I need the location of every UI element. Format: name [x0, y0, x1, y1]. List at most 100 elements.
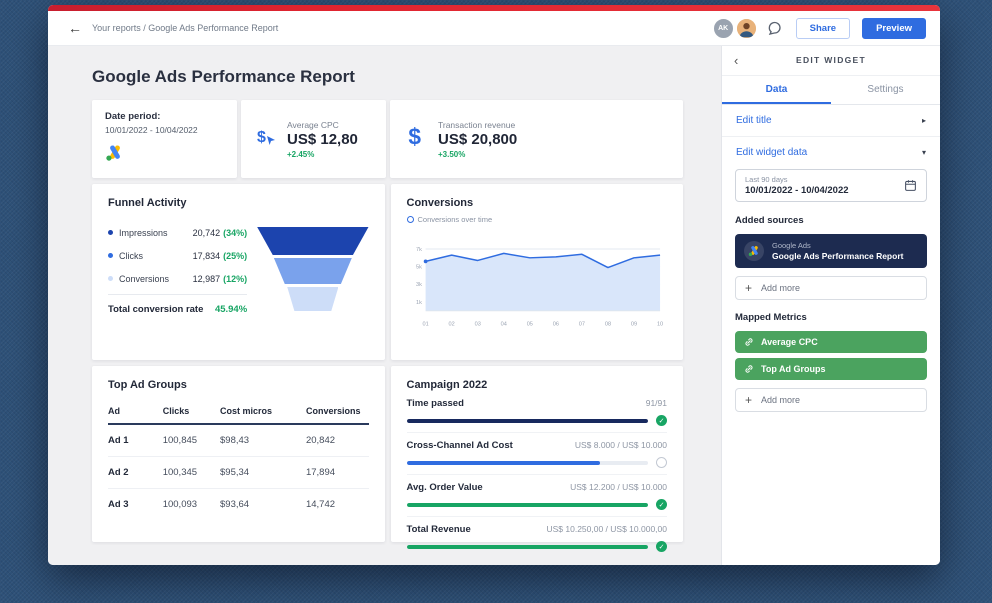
widget-title: Campaign 2022	[407, 379, 668, 391]
column-header: Clicks	[163, 399, 220, 424]
date-period-range: 10/01/2022 - 10/04/2022	[105, 125, 224, 135]
source-card[interactable]: Google Ads Google Ads Performance Report	[735, 234, 927, 268]
back-button[interactable]: ←	[62, 20, 92, 36]
bullet-icon	[108, 253, 113, 258]
dollar-click-icon: $	[254, 125, 278, 154]
status-check-icon: ✓	[656, 541, 667, 552]
add-source-button[interactable]: + Add more	[735, 276, 927, 300]
google-ads-logo-icon	[744, 241, 764, 261]
table-row: Ad 2 100,345 $95,34 17,894	[108, 457, 369, 489]
mapped-metrics-label: Mapped Metrics	[735, 312, 927, 323]
add-metric-button[interactable]: + Add more	[735, 388, 927, 412]
metric-value: US$ 12,80	[287, 131, 358, 148]
legend-row: Conversions 12,987(12%)	[108, 267, 247, 290]
svg-text:07: 07	[578, 322, 584, 328]
widget-title: Conversions	[407, 197, 668, 209]
funnel-chart	[257, 221, 368, 315]
total-conversion-rate: Total conversion rate 45.94%	[108, 294, 247, 315]
svg-text:$: $	[408, 124, 421, 150]
progress-row-total-revenue: Total Revenue US$ 10.250,00 / US$ 10.000…	[407, 517, 668, 558]
avatar-user[interactable]	[736, 18, 757, 39]
date-period-card[interactable]: Date period: 10/01/2022 - 10/04/2022	[92, 100, 237, 178]
progress-row-time-passed: Time passed 91/91 ✓	[407, 391, 668, 433]
svg-text:04: 04	[500, 322, 506, 328]
person-icon	[737, 19, 756, 38]
breadcrumb[interactable]: Your reports / Google Ads Performance Re…	[92, 23, 278, 33]
metric-pill-top-ad-groups[interactable]: Top Ad Groups	[735, 358, 927, 380]
edit-widget-data-row[interactable]: Edit widget data ▾	[722, 137, 940, 168]
dollar-icon: $	[403, 124, 429, 155]
svg-text:5k: 5k	[415, 265, 421, 271]
app-window: ← Your reports / Google Ads Performance …	[48, 5, 940, 565]
date-preset: Last 90 days	[745, 175, 849, 184]
progress-track	[407, 419, 649, 423]
transaction-revenue-card[interactable]: $ Transaction revenue US$ 20,800 +3.50%	[390, 100, 683, 178]
preview-button[interactable]: Preview	[862, 18, 926, 39]
tab-data[interactable]: Data	[722, 76, 831, 104]
widget-title: Funnel Activity	[108, 197, 369, 209]
status-check-icon: ✓	[656, 415, 667, 426]
chevron-left-icon[interactable]: ‹	[734, 53, 740, 68]
conversions-widget[interactable]: Conversions Conversions over time 7k5k3k…	[391, 184, 684, 360]
added-sources-label: Added sources	[735, 215, 927, 226]
svg-text:3k: 3k	[415, 282, 421, 288]
source-name: Google Ads Performance Report	[772, 251, 903, 261]
funnel-activity-widget[interactable]: Funnel Activity Impressions 20,742(34%) …	[92, 184, 385, 360]
bullet-icon	[108, 230, 113, 235]
report-canvas: Google Ads Performance Report Date perio…	[48, 45, 722, 565]
panel-title: EDIT WIDGET	[796, 55, 866, 65]
date-range-picker[interactable]: Last 90 days 10/01/2022 - 10/04/2022	[735, 169, 927, 202]
progress-row-order-value: Avg. Order Value US$ 12.200 / US$ 10.000…	[407, 475, 668, 517]
link-icon	[744, 364, 754, 374]
calendar-icon	[904, 179, 917, 192]
progress-track	[407, 461, 649, 465]
legend-row: Clicks 17,834(25%)	[108, 244, 247, 267]
comments-icon[interactable]	[765, 19, 784, 38]
svg-text:1k: 1k	[415, 300, 421, 306]
widget-grid: Funnel Activity Impressions 20,742(34%) …	[92, 184, 683, 542]
widget-title: Top Ad Groups	[108, 379, 369, 391]
funnel-segment	[274, 258, 352, 284]
svg-text:02: 02	[448, 322, 454, 328]
funnel-segment	[257, 227, 368, 255]
progress-fill	[407, 419, 649, 423]
topbar-actions: AK Share Preview	[713, 18, 926, 39]
panel-tabs: Data Settings	[722, 76, 940, 105]
svg-text:01: 01	[422, 322, 428, 328]
table-row: Ad 3 100,093 $93,64 14,742	[108, 489, 369, 521]
plus-icon: +	[745, 283, 752, 293]
status-pending-icon	[656, 457, 667, 468]
progress-fill	[407, 461, 600, 465]
metric-label: Transaction revenue	[438, 120, 517, 130]
progress-row-ad-cost: Cross-Channel Ad Cost US$ 8.000 / US$ 10…	[407, 433, 668, 475]
table-row: Ad 1 100,845 $98,43 20,842	[108, 424, 369, 457]
kpi-row: Date period: 10/01/2022 - 10/04/2022 $	[92, 100, 683, 178]
metric-delta: +3.50%	[438, 150, 517, 159]
edit-title-row[interactable]: Edit title ▸	[722, 105, 940, 137]
campaign-widget[interactable]: Campaign 2022 Time passed 91/91 ✓ Cross-…	[391, 366, 684, 542]
conversions-chart-svg: 7k5k3k1k01020304050607080910	[407, 226, 668, 338]
topbar: ← Your reports / Google Ads Performance …	[48, 11, 940, 46]
metric-label: Average CPC	[287, 120, 358, 130]
funnel-segment	[287, 287, 338, 311]
chevron-right-icon: ▸	[922, 116, 926, 125]
legend-ring-icon	[407, 216, 414, 223]
svg-text:09: 09	[630, 322, 636, 328]
svg-text:08: 08	[604, 322, 610, 328]
bullet-icon	[108, 276, 113, 281]
link-icon	[744, 337, 754, 347]
svg-text:06: 06	[552, 322, 558, 328]
share-button[interactable]: Share	[796, 18, 850, 39]
tab-settings[interactable]: Settings	[831, 76, 940, 104]
chevron-down-icon: ▾	[922, 148, 926, 157]
chart-legend: Conversions over time	[407, 215, 668, 224]
average-cpc-card[interactable]: $ Average CPC US$ 12,80 +2.45%	[241, 100, 386, 178]
progress-fill	[407, 545, 649, 549]
edit-widget-panel: ‹ EDIT WIDGET Data Settings Edit title ▸…	[721, 45, 940, 565]
top-ad-groups-widget[interactable]: Top Ad Groups Ad Clicks Cost micros Conv…	[92, 366, 385, 542]
avatar-initials[interactable]: AK	[713, 18, 734, 39]
metric-pill-average-cpc[interactable]: Average CPC	[735, 331, 927, 353]
svg-text:05: 05	[526, 322, 532, 328]
svg-text:10: 10	[656, 322, 662, 328]
svg-text:$: $	[257, 129, 266, 146]
